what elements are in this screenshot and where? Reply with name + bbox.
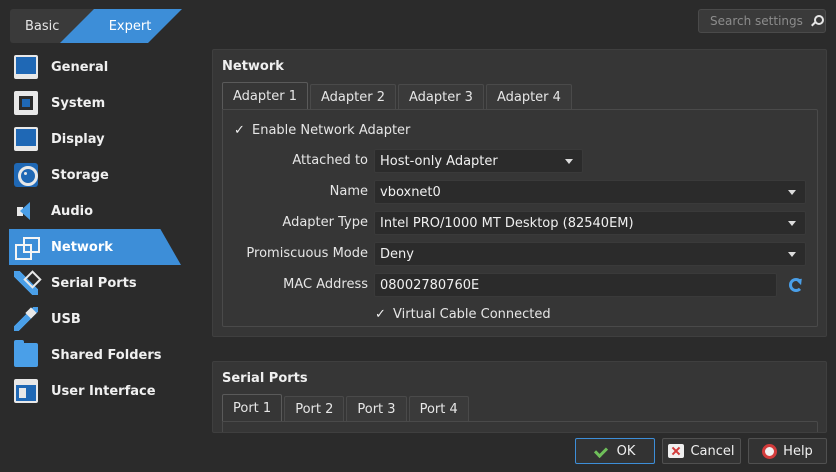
search-box (698, 9, 826, 33)
sidebar-item-label: Shared Folders (51, 347, 162, 363)
promiscuous-mode-select[interactable]: Deny (374, 242, 806, 266)
virtual-cable-label: Virtual Cable Connected (393, 307, 551, 322)
cancel-button[interactable]: Cancel (662, 438, 741, 464)
sidebar-item-label: USB (51, 311, 81, 327)
enable-adapter-row: ✓ Enable Network Adapter (233, 123, 410, 138)
refresh-icon[interactable] (789, 278, 803, 292)
port-tab-body (222, 421, 818, 432)
tab-port-1[interactable]: Port 1 (222, 394, 283, 421)
enable-adapter-label: Enable Network Adapter (252, 123, 411, 138)
sidebar-item-label: Display (51, 131, 105, 147)
mac-address-label: MAC Address (283, 277, 368, 292)
adapter-tabs: Adapter 1 Adapter 2 Adapter 3 Adapter 4 (222, 82, 574, 109)
help-button[interactable]: Help (748, 438, 827, 464)
chevron-down-icon (565, 159, 573, 164)
sidebar-item-label: Audio (51, 203, 94, 219)
search-icon (810, 15, 824, 27)
mode-expert-label: Expert (108, 18, 152, 34)
storage-icon (14, 163, 38, 187)
sidebar-item-storage[interactable]: Storage (9, 157, 181, 193)
tab-adapter-4[interactable]: Adapter 4 (485, 84, 572, 109)
sidebar-item-network[interactable]: Network (9, 229, 181, 265)
serial-ports-icon (14, 271, 38, 295)
adapter-type-value: Intel PRO/1000 MT Desktop (82540EM) (380, 215, 634, 231)
virtual-cable-checkbox[interactable]: ✓ (374, 308, 387, 321)
system-icon (14, 91, 38, 115)
tab-adapter-1[interactable]: Adapter 1 (222, 82, 308, 109)
sidebar-item-audio[interactable]: Audio (9, 193, 181, 229)
tab-adapter-3[interactable]: Adapter 3 (397, 84, 484, 109)
chevron-down-icon (788, 252, 796, 257)
mac-address-value: 08002780760E (380, 277, 480, 293)
attached-to-select[interactable]: Host-only Adapter (374, 149, 583, 173)
tab-port-2[interactable]: Port 2 (284, 396, 345, 421)
serial-ports-title: Serial Ports (222, 371, 308, 386)
name-value: vboxnet0 (380, 184, 441, 200)
serial-ports-panel: Serial Ports Port 1 Port 2 Port 3 Port 4 (212, 361, 827, 433)
sidebar: General System Display Storage Audio Net… (9, 49, 181, 409)
sidebar-item-usb[interactable]: USB (9, 301, 181, 337)
ok-label: OK (616, 443, 636, 459)
name-label: Name (329, 184, 368, 199)
sidebar-item-label: Serial Ports (51, 275, 137, 291)
adapter-type-select[interactable]: Intel PRO/1000 MT Desktop (82540EM) (374, 211, 806, 235)
sidebar-item-display[interactable]: Display (9, 121, 181, 157)
adapter-type-label: Adapter Type (282, 215, 368, 230)
sidebar-item-label: Storage (51, 167, 109, 183)
mode-switch: Basic Expert (10, 9, 182, 43)
tab-port-3[interactable]: Port 3 (346, 396, 407, 421)
sidebar-item-label: User Interface (51, 383, 156, 399)
sidebar-item-label: System (51, 95, 106, 111)
checkmark-icon (595, 444, 611, 458)
sidebar-item-user-interface[interactable]: User Interface (9, 373, 181, 409)
user-interface-icon (14, 379, 38, 403)
cancel-icon (668, 444, 685, 458)
display-icon (14, 127, 38, 151)
port-tabs: Port 1 Port 2 Port 3 Port 4 (222, 394, 471, 421)
lifebuoy-icon (762, 443, 778, 459)
network-panel: Network Adapter 1 Adapter 2 Adapter 3 Ad… (212, 49, 827, 337)
chevron-down-icon (788, 221, 796, 226)
promiscuous-mode-label: Promiscuous Mode (246, 246, 368, 261)
ok-button[interactable]: OK (575, 438, 655, 464)
network-title: Network (222, 59, 284, 74)
audio-icon (14, 199, 38, 223)
sidebar-item-shared-folders[interactable]: Shared Folders (9, 337, 181, 373)
general-icon (14, 55, 38, 79)
sidebar-item-general[interactable]: General (9, 49, 181, 85)
enable-adapter-checkbox[interactable]: ✓ (233, 124, 246, 137)
network-icon (14, 235, 40, 260)
tab-adapter-2[interactable]: Adapter 2 (309, 84, 396, 109)
cancel-label: Cancel (690, 443, 735, 459)
promiscuous-mode-value: Deny (380, 246, 414, 262)
help-label: Help (783, 443, 813, 459)
attached-to-value: Host-only Adapter (380, 153, 498, 169)
tab-port-4[interactable]: Port 4 (408, 396, 469, 421)
name-select[interactable]: vboxnet0 (374, 180, 806, 204)
attached-to-label: Attached to (292, 153, 368, 168)
search-input[interactable] (710, 14, 806, 28)
mac-address-field[interactable]: 08002780760E (374, 273, 777, 297)
mode-basic-label: Basic (25, 18, 60, 34)
sidebar-item-system[interactable]: System (9, 85, 181, 121)
virtual-cable-row: ✓ Virtual Cable Connected (374, 307, 551, 322)
adapter-tab-body: ✓ Enable Network Adapter Attached to Hos… (222, 109, 818, 327)
sidebar-item-label: General (51, 59, 109, 75)
sidebar-item-serial-ports[interactable]: Serial Ports (9, 265, 181, 301)
shared-folders-icon (14, 340, 38, 367)
usb-icon (14, 307, 38, 331)
chevron-down-icon (788, 190, 796, 195)
sidebar-item-label: Network (51, 239, 113, 255)
